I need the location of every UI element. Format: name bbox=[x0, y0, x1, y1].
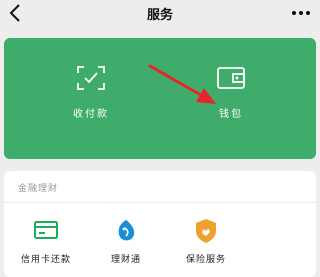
wallet-label: 钱包 bbox=[219, 109, 243, 120]
licaitong-icon bbox=[118, 220, 135, 241]
collect-pay-button[interactable]: 收付款 bbox=[46, 65, 136, 155]
licaitong-label: 理财通 bbox=[110, 255, 141, 265]
credit-card-repay-button[interactable]: 信用卡还款 bbox=[8, 217, 84, 272]
credit-card-icon bbox=[34, 221, 58, 239]
credit-card-repay-label: 信用卡还款 bbox=[20, 255, 71, 265]
collect-pay-label: 收付款 bbox=[73, 109, 109, 120]
wallet-icon bbox=[217, 67, 245, 89]
more-dots-icon[interactable] bbox=[290, 5, 312, 21]
top-bar: 服务 bbox=[0, 0, 320, 28]
insurance-service-label: 保险服务 bbox=[185, 255, 226, 265]
licaitong-button[interactable]: 理财通 bbox=[88, 217, 164, 272]
divider bbox=[4, 202, 316, 203]
page-title: 服务 bbox=[146, 8, 173, 23]
insurance-service-button[interactable]: 保险服务 bbox=[168, 217, 244, 272]
payment-card: 收付款 钱包 bbox=[4, 38, 316, 159]
finance-section: 金融理财 信用卡还款 理财通 保险服务 bbox=[4, 171, 316, 277]
insurance-icon bbox=[196, 219, 216, 243]
scan-pay-icon bbox=[77, 66, 105, 90]
section-title: 金融理财 bbox=[18, 184, 59, 194]
wallet-button[interactable]: 钱包 bbox=[186, 65, 276, 155]
